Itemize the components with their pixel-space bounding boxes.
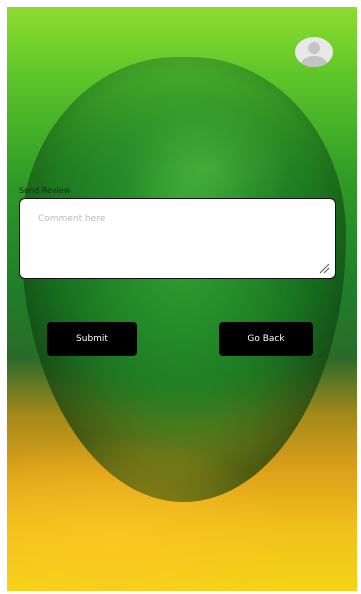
go-back-button[interactable]: Go Back bbox=[219, 322, 313, 356]
avatar-head bbox=[308, 42, 320, 54]
comment-input[interactable] bbox=[19, 198, 336, 279]
avatar-body bbox=[301, 56, 327, 67]
user-avatar-icon[interactable] bbox=[295, 37, 333, 67]
send-review-label: Send Review bbox=[19, 186, 71, 195]
submit-button[interactable]: Submit bbox=[47, 322, 137, 356]
resize-grip-icon[interactable] bbox=[318, 262, 330, 274]
app-screen bbox=[7, 7, 357, 591]
